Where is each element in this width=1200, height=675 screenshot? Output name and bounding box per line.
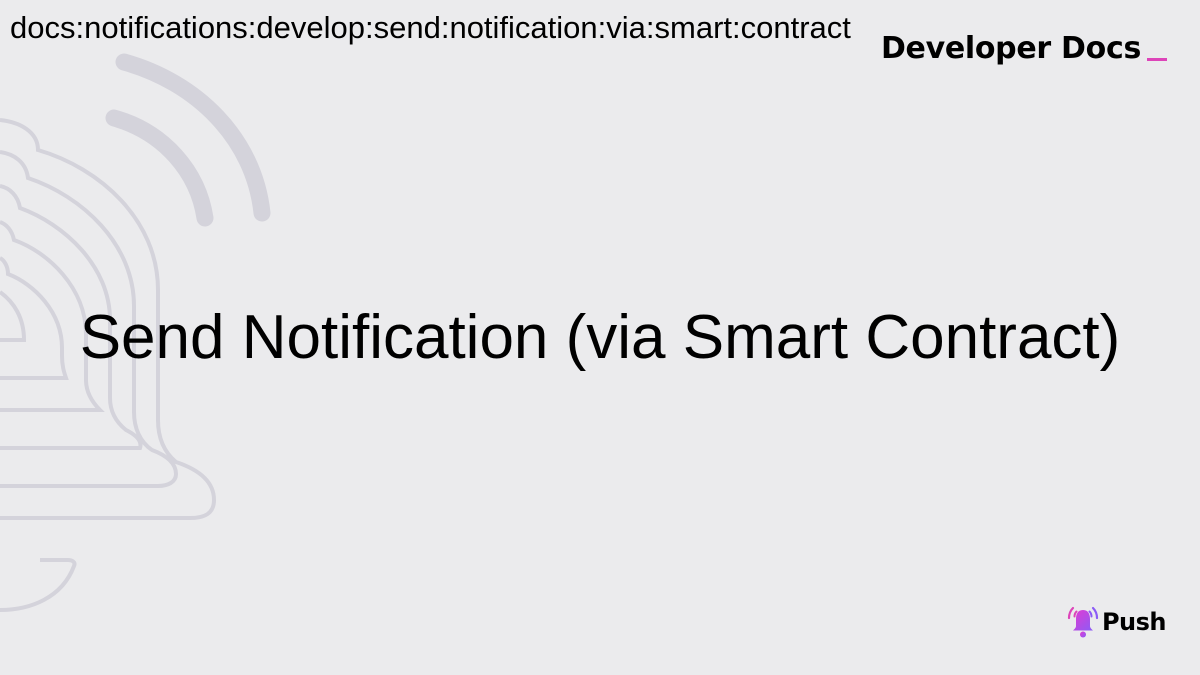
brand-label: Developer Docs: [880, 31, 1141, 66]
cursor-underscore-icon: [1147, 58, 1167, 61]
bell-icon: [1067, 606, 1099, 638]
developer-docs-brand: Developer Docs: [881, 27, 1167, 71]
page-slug: docs:notifications:develop:send:notifica…: [10, 10, 851, 45]
page-title: Send Notification (via Smart Contract): [79, 303, 1121, 372]
push-logo[interactable]: Push: [1066, 604, 1167, 640]
push-wordmark: Push: [1101, 608, 1167, 636]
